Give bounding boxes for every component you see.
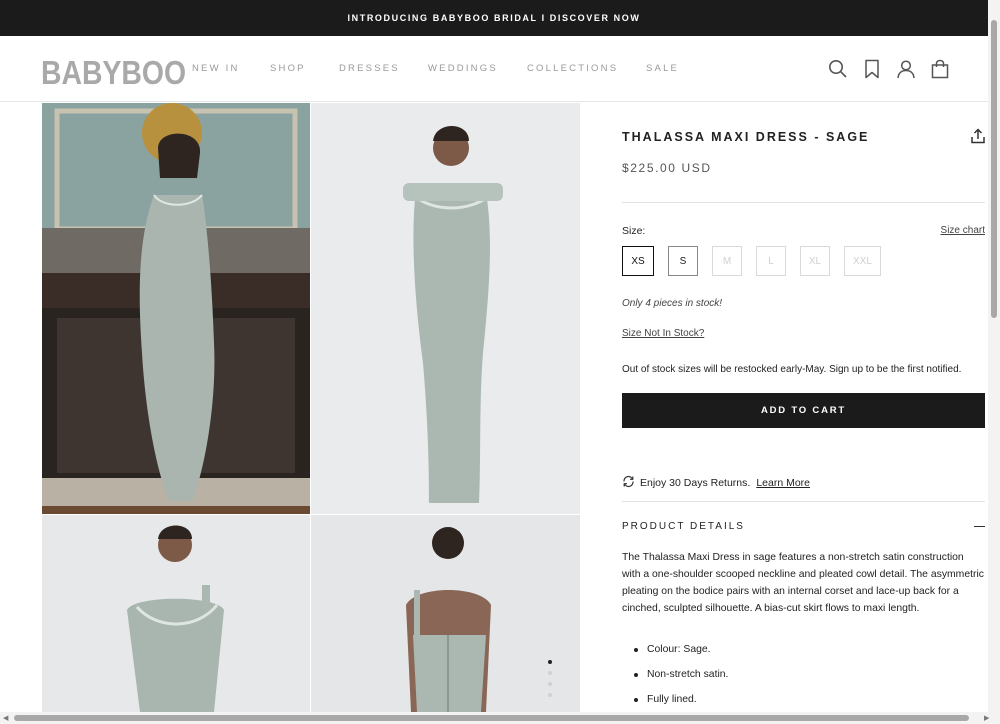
- list-item: Colour: Sage.: [634, 637, 728, 662]
- scroll-right-icon[interactable]: ▶: [984, 714, 989, 722]
- product-image-2[interactable]: [311, 103, 580, 514]
- scroll-left-icon[interactable]: ◀: [3, 714, 8, 722]
- size-chart-link[interactable]: Size chart: [941, 225, 985, 236]
- horizontal-scroll-thumb[interactable]: [14, 715, 969, 721]
- divider: [622, 501, 985, 502]
- bookmark-icon[interactable]: [862, 58, 882, 80]
- product-image-4[interactable]: [311, 515, 580, 712]
- restock-note: Out of stock sizes will be restocked ear…: [622, 364, 962, 375]
- list-item: Non-stretch satin.: [634, 662, 728, 687]
- product-gallery: [42, 103, 580, 712]
- product-image-1[interactable]: [42, 103, 310, 514]
- size-option-xl[interactable]: XL: [800, 246, 830, 276]
- nav-collections[interactable]: COLLECTIONS: [527, 63, 646, 74]
- product-details-heading: PRODUCT DETAILS: [622, 521, 745, 532]
- size-option-xxl[interactable]: XXL: [844, 246, 881, 276]
- nav-new-in[interactable]: NEW IN: [192, 63, 270, 74]
- size-option-l[interactable]: L: [756, 246, 786, 276]
- size-option-m[interactable]: M: [712, 246, 742, 276]
- add-to-cart-button[interactable]: ADD TO CART: [622, 393, 985, 428]
- announcement-text[interactable]: INTRODUCING BABYBOO BRIDAL I DISCOVER NO…: [348, 13, 641, 23]
- gallery-pagination: [548, 660, 552, 697]
- product-details-toggle[interactable]: PRODUCT DETAILS: [622, 521, 985, 532]
- gallery-dot[interactable]: [548, 693, 552, 697]
- account-icon[interactable]: [896, 58, 916, 80]
- announcement-bar[interactable]: INTRODUCING BABYBOO BRIDAL I DISCOVER NO…: [0, 0, 988, 36]
- share-icon[interactable]: [971, 128, 985, 149]
- header-icons: [828, 58, 950, 80]
- product-title: THALASSA MAXI DRESS - SAGE: [622, 130, 870, 144]
- product-description: The Thalassa Maxi Dress in sage features…: [622, 552, 984, 614]
- size-option-s[interactable]: S: [668, 246, 698, 276]
- divider: [622, 202, 985, 203]
- gallery-dot[interactable]: [548, 682, 552, 686]
- vertical-scroll-thumb[interactable]: [991, 20, 997, 318]
- nav-weddings[interactable]: WEDDINGS: [428, 63, 527, 74]
- product-price: $225.00 USD: [622, 161, 712, 175]
- gallery-dot[interactable]: [548, 660, 552, 664]
- nav-shop[interactable]: SHOP: [270, 63, 339, 74]
- collapse-icon[interactable]: [974, 525, 985, 528]
- main-nav: NEW IN SHOP DRESSES WEDDINGS COLLECTIONS…: [192, 63, 686, 74]
- product-features: Colour: Sage. Non-stretch satin. Fully l…: [634, 637, 728, 712]
- size-label: Size:: [622, 225, 646, 237]
- returns-text: Enjoy 30 Days Returns.: [640, 477, 751, 489]
- nav-sale[interactable]: SALE: [646, 63, 686, 74]
- nav-dresses[interactable]: DRESSES: [339, 63, 428, 74]
- brand-logo[interactable]: BABYBOO: [41, 54, 186, 92]
- size-not-in-stock-link[interactable]: Size Not In Stock?: [622, 328, 704, 339]
- product-image-3[interactable]: [42, 515, 310, 712]
- search-icon[interactable]: [828, 58, 848, 80]
- list-item: Fully lined.: [634, 687, 728, 712]
- site-header: BABYBOO NEW IN SHOP DRESSES WEDDINGS COL…: [0, 36, 988, 102]
- bag-icon[interactable]: [930, 58, 950, 80]
- size-selector: XS S M L XL XXL: [622, 246, 881, 276]
- size-option-xs[interactable]: XS: [622, 246, 654, 276]
- gallery-dot[interactable]: [548, 671, 552, 675]
- learn-more-link[interactable]: Learn More: [756, 477, 810, 489]
- returns-icon: [622, 475, 635, 491]
- returns-info: Enjoy 30 Days Returns. Learn More: [622, 475, 810, 491]
- stock-note: Only 4 pieces in stock!: [622, 298, 723, 309]
